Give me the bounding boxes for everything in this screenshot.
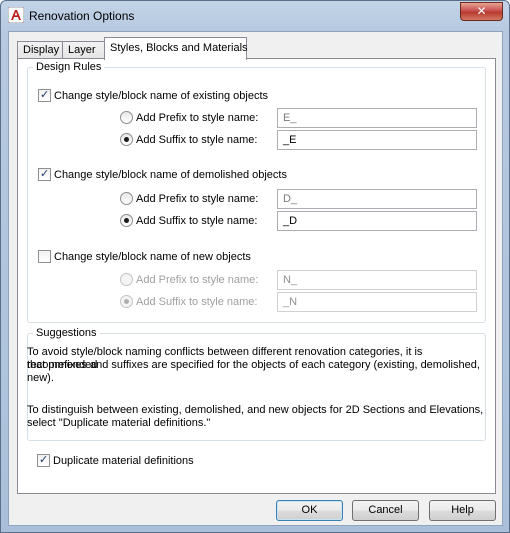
demolished-checkbox[interactable] [38,167,51,181]
close-icon: ✕ [476,4,487,18]
existing-checkbox-row[interactable]: Change style/block name of existing obje… [38,88,269,103]
tab-styles-blocks-materials[interactable]: Styles, Blocks and Materials [104,37,248,60]
suggestions-para1-line3: new). [27,372,54,384]
duplicate-checkbox-row[interactable]: Duplicate material definitions [37,453,194,468]
existing-prefix-label: Add Prefix to style name: [136,112,259,124]
existing-checkbox[interactable] [38,88,51,102]
ok-button[interactable]: OK [276,500,343,521]
new-checkbox[interactable] [38,250,51,263]
close-button[interactable]: ✕ [460,2,503,21]
autocad-app-icon [8,7,24,23]
demolished-prefix-radio[interactable] [120,192,133,205]
demolished-prefix-label: Add Prefix to style name: [136,193,259,205]
help-button[interactable]: Help [429,500,496,521]
window-title: Renovation Options [29,9,135,23]
new-checkbox-row[interactable]: Change style/block name of new objects [38,250,251,264]
suggestions-group: Suggestions To avoid style/block naming … [27,326,486,441]
duplicate-material-label: Duplicate material definitions [53,455,194,467]
dialog-client-area: Display Layer Styles, Blocks and Materia… [8,31,503,526]
cancel-button[interactable]: Cancel [352,500,419,521]
design-rules-legend: Design Rules [33,60,105,74]
existing-suffix-label: Add Suffix to style name: [136,134,258,146]
existing-prefix-field[interactable]: E_ [277,108,477,128]
demolished-prefix-field[interactable]: D_ [277,189,477,209]
new-checkbox-label: Change style/block name of new objects [54,251,251,263]
new-suffix-label: Add Suffix to style name: [136,296,258,308]
demolished-checkbox-label: Change style/block name of demolished ob… [54,169,287,181]
dialog-window: Renovation Options ✕ Display Layer Style… [0,0,510,533]
new-suffix-field[interactable]: _N [277,292,477,312]
demolished-suffix-radio-row[interactable]: Add Suffix to style name: [120,214,257,228]
tab-panel: Design Rules Change style/block name of … [17,58,496,494]
existing-checkbox-label: Change style/block name of existing obje… [54,90,269,102]
suggestions-para2-line2: select "Duplicate material definitions." [27,417,211,429]
suggestions-legend: Suggestions [33,326,100,340]
existing-suffix-field[interactable]: _E [277,130,477,150]
demolished-suffix-label: Add Suffix to style name: [136,215,258,227]
duplicate-material-checkbox[interactable] [37,453,50,467]
existing-prefix-radio-row[interactable]: Add Prefix to style name: [120,111,258,125]
new-prefix-field[interactable]: N_ [277,270,477,290]
existing-suffix-radio-row[interactable]: Add Suffix to style name: [120,133,257,147]
demolished-prefix-radio-row[interactable]: Add Prefix to style name: [120,192,258,206]
new-suffix-radio[interactable] [120,295,133,308]
suggestions-para1-line2: that prefixes and suffixes are specified… [27,359,480,371]
new-prefix-radio[interactable] [120,273,133,286]
suggestions-para2-line1: To distinguish between existing, demolis… [27,404,484,416]
design-rules-group: Design Rules Change style/block name of … [27,60,486,323]
new-suffix-radio-row[interactable]: Add Suffix to style name: [120,295,257,309]
demolished-suffix-field[interactable]: _D [277,211,477,231]
existing-suffix-radio[interactable] [120,133,133,146]
title-bar[interactable]: Renovation Options ✕ [1,1,509,31]
demolished-suffix-radio[interactable] [120,214,133,227]
existing-prefix-radio[interactable] [120,111,133,124]
new-prefix-label: Add Prefix to style name: [136,274,259,286]
new-prefix-radio-row[interactable]: Add Prefix to style name: [120,273,258,287]
demolished-checkbox-row[interactable]: Change style/block name of demolished ob… [38,167,287,182]
